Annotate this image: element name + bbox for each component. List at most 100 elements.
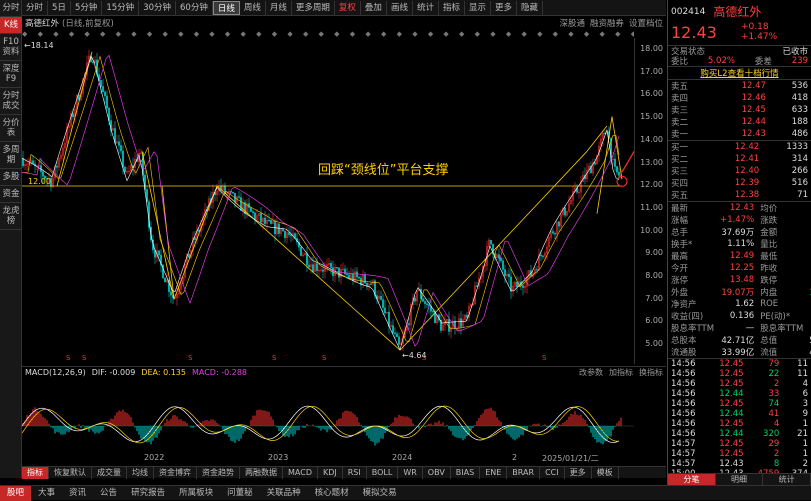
tick-time: 14:56 [671, 379, 696, 390]
candle-body [408, 323, 410, 326]
candle-body [146, 189, 148, 202]
stat-label: 股息率TTM [760, 324, 804, 335]
side-tab-7[interactable]: 多股 [0, 169, 22, 186]
period-11[interactable]: 叠加 [361, 0, 387, 15]
period-17[interactable]: 隐藏 [517, 0, 544, 15]
stat-label: 今开 [671, 264, 689, 275]
ind-tab-17[interactable]: 更多 [565, 466, 592, 479]
side-tab-6[interactable]: 多周期 [0, 142, 22, 169]
candle-body [426, 303, 428, 305]
candle-body [536, 269, 538, 271]
macd-chart[interactable] [22, 378, 634, 454]
ind-tab-0[interactable]: 指标 [22, 466, 49, 479]
y-tick: 13.00 [640, 157, 663, 167]
bottom-tab-4[interactable]: 研究报告 [124, 486, 172, 501]
period-6[interactable]: 日线 [212, 0, 240, 15]
bottom-tab-5[interactable]: 所属板块 [172, 486, 220, 501]
side-tab-2[interactable]: F10资料 [0, 34, 22, 61]
ind-tab-14[interactable]: ENE [480, 466, 508, 479]
bottom-tab-1[interactable]: 大事 [31, 486, 62, 501]
ind-tab-6[interactable]: 两融数据 [240, 466, 283, 479]
side-tab-8[interactable]: 资金 [0, 186, 22, 203]
bottom-tab-6[interactable]: 问董秘 [220, 486, 260, 501]
candle-body [282, 229, 284, 232]
period-0[interactable]: 分时 [22, 0, 49, 15]
ind-tab-18[interactable]: 模板 [592, 466, 619, 479]
period-1[interactable]: 5日 [48, 0, 71, 15]
sell-price: 12.45 [741, 105, 766, 116]
candle-body [104, 91, 106, 97]
side-tab-5[interactable]: 分价表 [0, 115, 22, 142]
right-tab-1[interactable]: 明细 [716, 474, 764, 485]
stat-value: 37.69万 [721, 228, 755, 239]
bottom-tab-7[interactable]: 关联品种 [260, 486, 308, 501]
side-tab-9[interactable]: 龙虎榜 [0, 203, 22, 230]
candle-body [290, 234, 292, 237]
stat-label: 总值 [760, 336, 778, 347]
stat-value: 12.25 [729, 263, 755, 274]
signal-marker: S [66, 354, 71, 362]
buy-vol: 71 [797, 190, 808, 201]
ind-tab-1[interactable]: 恢复默认 [49, 466, 92, 479]
side-tab-0[interactable]: 分时 [0, 0, 22, 17]
ind-tab-5[interactable]: 资金趋势 [197, 466, 240, 479]
ind-tab-4[interactable]: 资金博弈 [154, 466, 197, 479]
period-8[interactable]: 月线 [266, 0, 292, 15]
candle-body [508, 273, 510, 278]
side-tab-1[interactable]: K线 [0, 17, 22, 34]
period-3[interactable]: 15分钟 [102, 0, 140, 15]
ind-tab-10[interactable]: BOLL [367, 466, 399, 479]
bottom-tabs: 股吧 大事 资讯 公告 研究报告 所属板块 问董秘 关联品种 核心题材 模拟交易 [0, 485, 811, 501]
bottom-tab-3[interactable]: 公告 [93, 486, 124, 501]
macd-btn-2[interactable]: 换指标 [639, 368, 663, 377]
ind-tab-16[interactable]: CCI [540, 466, 565, 479]
period-13[interactable]: 统计 [413, 0, 439, 15]
macd-btn-1[interactable]: 加指标 [609, 368, 633, 377]
period-2[interactable]: 5分钟 [71, 0, 103, 15]
stat-label: 涨停 [671, 276, 689, 287]
stat-value: 0.136 [729, 311, 755, 322]
x-tick: 2024 [392, 453, 413, 462]
right-tab-2[interactable]: 统计 [763, 474, 811, 485]
right-tab-0[interactable]: 分笔 [668, 474, 716, 485]
period-16[interactable]: 更多 [491, 0, 518, 15]
ind-tab-8[interactable]: KDJ [318, 466, 343, 479]
macd-btn-0[interactable]: 改参数 [579, 368, 603, 377]
l2-link[interactable]: 购买L2查看十档行情 [700, 67, 778, 79]
side-tab-4[interactable]: 分时成交 [0, 88, 22, 115]
sub-link-1[interactable]: 融资融券 [590, 19, 624, 29]
ind-tab-2[interactable]: 成交量 [92, 466, 127, 479]
period-10[interactable]: 复权 [335, 0, 361, 15]
sell-row: 卖一 12.43 486 [668, 128, 811, 140]
candle-body [122, 150, 124, 168]
signal-marker: S [82, 354, 87, 362]
period-4[interactable]: 30分钟 [139, 0, 177, 15]
period-7[interactable]: 周线 [240, 0, 266, 15]
bottom-tab-0[interactable]: 股吧 [0, 485, 32, 501]
ind-tab-13[interactable]: BIAS [451, 466, 481, 479]
period-14[interactable]: 指标 [439, 0, 465, 15]
ind-tab-11[interactable]: WR [398, 466, 423, 479]
side-tab-3[interactable]: 深度F9 [0, 61, 22, 88]
stat-row: 外盘 19.07万内盘 18.62万 [668, 286, 811, 298]
kline-chart[interactable]: 回踩“颈线位”平台支撑←18.14←4.6412.00S S S S S S S [22, 38, 634, 364]
tick-vol: 2 [773, 379, 780, 390]
stat-label: 最低 [760, 252, 778, 263]
bottom-tab-2[interactable]: 资讯 [62, 486, 93, 501]
bottom-tab-9[interactable]: 模拟交易 [356, 486, 404, 501]
sub-link-0[interactable]: 深股通 [559, 19, 585, 29]
bottom-tab-8[interactable]: 核心题材 [308, 486, 356, 501]
tick-price: 12.45 [719, 359, 744, 370]
ind-tab-9[interactable]: RSI [343, 466, 367, 479]
period-12[interactable]: 画线 [387, 0, 413, 15]
tick-price: 12.45 [719, 379, 744, 390]
ind-tab-7[interactable]: MACD [283, 466, 318, 479]
ind-tab-15[interactable]: BRAR [507, 466, 541, 479]
ind-tab-12[interactable]: OBV [423, 466, 451, 479]
period-5[interactable]: 60分钟 [176, 0, 213, 15]
sub-link-2[interactable]: 设置档位 [629, 19, 663, 29]
ind-tab-3[interactable]: 均线 [127, 466, 154, 479]
stat-row: 涨停 13.48 跌停 11.03 [668, 274, 811, 286]
period-15[interactable]: 显示 [465, 0, 491, 15]
period-9[interactable]: 更多周期 [292, 0, 335, 15]
